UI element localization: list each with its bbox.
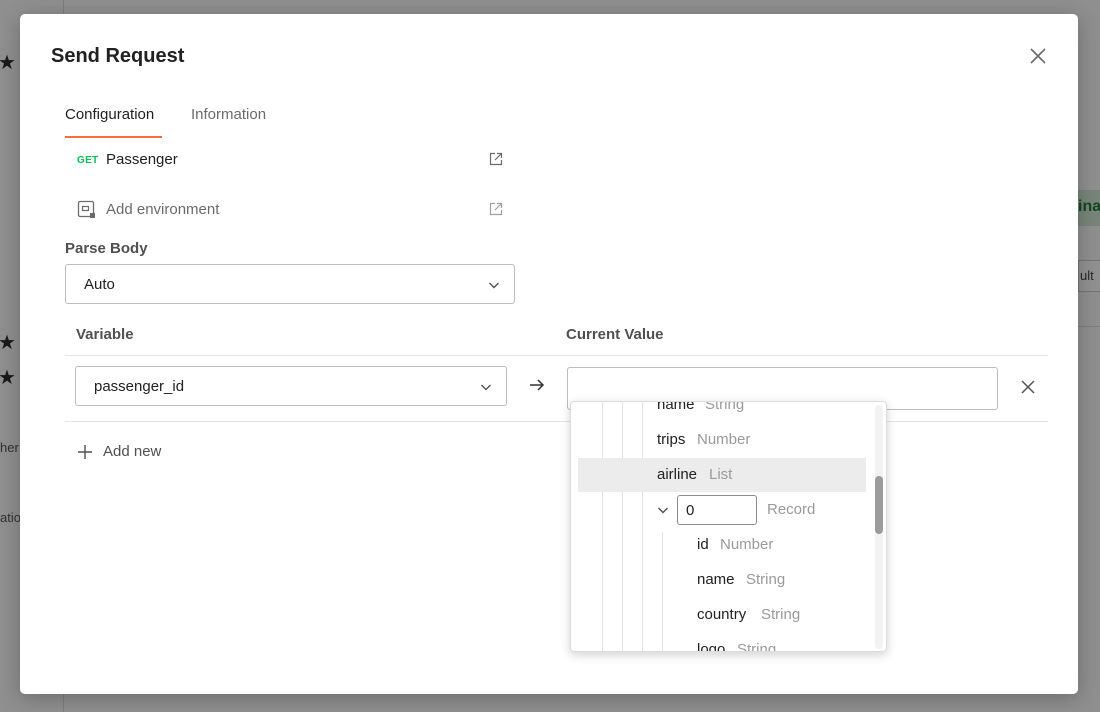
tree-item[interactable]: id Number (578, 528, 866, 562)
request-row[interactable]: GET Passenger (77, 150, 507, 174)
add-environment-link[interactable]: Add environment (106, 201, 219, 218)
close-icon (1030, 48, 1046, 64)
request-name: Passenger (106, 151, 178, 168)
tree-item-type: String (705, 401, 745, 413)
chevron-down-icon[interactable] (656, 503, 670, 517)
remove-row-button[interactable] (1019, 378, 1037, 396)
parse-body-value: Auto (84, 276, 115, 293)
add-new-label: Add new (103, 443, 162, 460)
tree-item-type: String (761, 606, 801, 623)
tree-item[interactable]: airline List (578, 458, 866, 492)
open-external-icon[interactable] (489, 152, 503, 166)
tree-item[interactable]: name String (578, 401, 866, 422)
tree-item[interactable]: trips Number (578, 423, 866, 457)
active-tab-indicator (65, 136, 162, 138)
variable-value: passenger_id (94, 378, 185, 395)
close-icon (1021, 380, 1035, 394)
tree-item-type: List (709, 466, 733, 483)
tree-item[interactable]: logo String (578, 633, 866, 652)
tree-item-type: String (737, 641, 777, 652)
tree-item-key: logo (697, 641, 726, 652)
variable-select[interactable]: passenger_id (75, 366, 507, 406)
parse-body-select[interactable]: Auto (65, 264, 515, 304)
modal-title: Send Request (51, 45, 185, 67)
chevron-down-icon (481, 384, 491, 391)
method-badge: GET (77, 155, 99, 166)
tree-item-type: Number (697, 431, 751, 448)
parse-body-label: Parse Body (65, 240, 148, 257)
tree-item-key: name (657, 401, 695, 413)
environment-icon (77, 200, 95, 218)
close-button[interactable] (1026, 44, 1050, 68)
tree-item[interactable]: country String (578, 598, 866, 632)
open-external-icon[interactable] (489, 202, 503, 216)
tree-item-key: airline (657, 466, 698, 483)
plus-icon (78, 445, 92, 459)
list-index-input[interactable] (677, 495, 757, 525)
tree-item-key: country (697, 606, 747, 623)
tree-item-key: id (697, 536, 709, 553)
tree-item[interactable]: Record (578, 493, 866, 527)
environment-row[interactable]: Add environment (77, 200, 507, 224)
variable-column-header: Variable (76, 326, 134, 343)
tab-information[interactable]: Information (191, 106, 266, 123)
tree-item[interactable]: name String (578, 563, 866, 597)
chevron-down-icon (489, 282, 499, 289)
tree-item-type: Record (767, 501, 816, 518)
tree-item-type: Number (720, 536, 774, 553)
dropdown-scrollbar-thumb[interactable] (875, 476, 883, 534)
table-divider (65, 355, 1048, 356)
tree-item-key: name (697, 571, 735, 588)
arrow-right-icon (530, 379, 545, 391)
table-divider (65, 421, 1048, 422)
tree-item-type: String (746, 571, 786, 588)
send-request-modal: Send Request Configuration Information G… (20, 14, 1078, 694)
tab-configuration[interactable]: Configuration (65, 106, 154, 123)
current-value-column-header: Current Value (566, 326, 664, 343)
response-path-dropdown[interactable]: name String trips Number airline List Re… (570, 401, 887, 652)
tree-item-key: trips (657, 431, 686, 448)
